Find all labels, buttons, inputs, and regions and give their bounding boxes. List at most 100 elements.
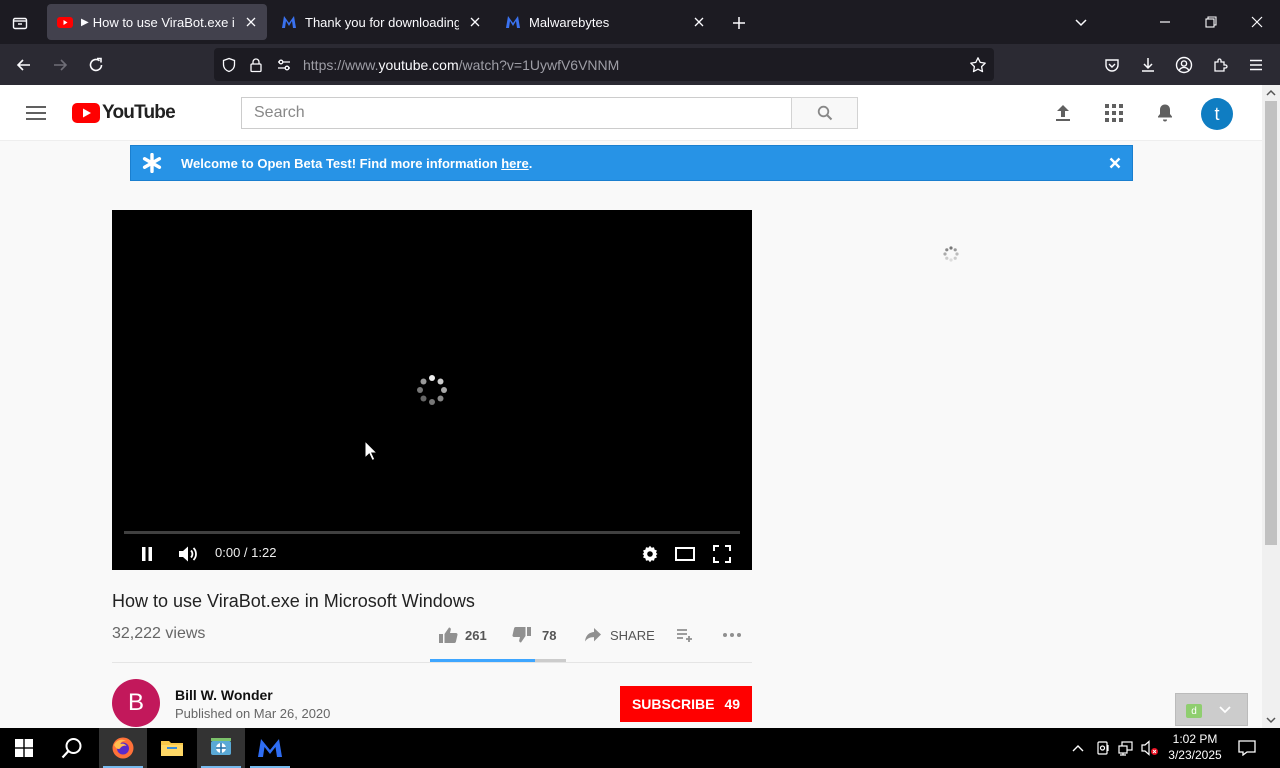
more-actions-button[interactable] <box>720 623 744 647</box>
logo-text: YouTube <box>102 102 176 123</box>
guide-menu-button[interactable] <box>24 101 48 125</box>
tracking-protection-button[interactable] <box>220 56 238 74</box>
star-icon <box>970 57 986 73</box>
dislike-button[interactable]: 78 <box>510 623 556 647</box>
action-center-button[interactable] <box>1237 738 1257 758</box>
scroll-up-button[interactable] <box>1262 85 1280 101</box>
downloads-button[interactable] <box>1136 53 1160 77</box>
tray-device-icon[interactable] <box>1093 738 1113 758</box>
taskbar-clock[interactable]: 1:02 PM 3/23/2025 <box>1166 731 1224 763</box>
scroll-thumb[interactable] <box>1265 101 1277 545</box>
permissions-button[interactable] <box>275 56 293 74</box>
scroll-down-button[interactable] <box>1262 712 1280 728</box>
like-count: 261 <box>465 627 487 643</box>
like-button[interactable]: 261 <box>436 623 487 647</box>
share-button[interactable]: SHARE <box>581 623 655 647</box>
upload-button[interactable] <box>1051 101 1075 125</box>
channel-avatar[interactable]: B <box>112 679 160 727</box>
new-tab-button[interactable] <box>728 12 750 34</box>
apps-button[interactable] <box>1102 101 1126 125</box>
tab-malwarebytes[interactable]: Malwarebytes <box>495 4 715 40</box>
tab-thank-you[interactable]: Thank you for downloading Ma <box>271 4 491 40</box>
show-hidden-icons-button[interactable] <box>1068 738 1088 758</box>
taskbar-file-explorer[interactable] <box>148 728 196 768</box>
taskbar-malwarebytes[interactable] <box>246 728 294 768</box>
restore-icon <box>1205 16 1217 28</box>
share-arrow-icon <box>581 623 605 647</box>
progress-bar[interactable] <box>124 531 740 534</box>
search-input[interactable] <box>241 97 792 129</box>
taskbar-network-app[interactable] <box>197 728 245 768</box>
playing-indicator: ▶ <box>81 16 89 28</box>
user-avatar[interactable]: t <box>1201 98 1233 130</box>
sliders-icon <box>278 59 290 71</box>
close-icon <box>246 17 256 27</box>
subscriber-count: 49 <box>724 696 741 712</box>
restore-button[interactable] <box>1199 10 1223 34</box>
close-icon <box>694 17 704 27</box>
youtube-logo[interactable]: YouTube <box>72 102 176 124</box>
minimize-button[interactable] <box>1153 10 1177 34</box>
download-icon <box>1142 58 1154 72</box>
list-all-tabs-button[interactable] <box>1069 10 1093 34</box>
video-player[interactable]: 0:00 / 1:22 <box>112 210 752 570</box>
dislike-count: 78 <box>542 627 557 643</box>
more-horizontal-icon <box>720 623 744 647</box>
bookmark-button[interactable] <box>969 56 987 74</box>
browser-tab-bar: ▶ How to use ViraBot.exe in M Thank you … <box>0 0 1280 44</box>
reload-button[interactable] <box>84 53 108 77</box>
tab-close-button[interactable] <box>243 14 259 30</box>
start-button[interactable] <box>0 728 48 768</box>
tab-youtube[interactable]: ▶ How to use ViraBot.exe in M <box>47 4 267 40</box>
forward-button[interactable] <box>48 53 72 77</box>
arrow-right-icon <box>54 59 68 71</box>
tray-volume-icon[interactable] <box>1140 738 1160 758</box>
settings-button[interactable] <box>638 542 662 566</box>
pause-button[interactable] <box>135 542 159 566</box>
reload-icon <box>89 57 103 72</box>
fullscreen-button[interactable] <box>710 542 734 566</box>
page-scrollbar[interactable] <box>1262 85 1280 728</box>
view-count: 32,222 views <box>112 625 206 642</box>
pocket-button[interactable] <box>1100 53 1124 77</box>
beta-banner: Welcome to Open Beta Test! Find more inf… <box>130 145 1133 181</box>
youtube-logo-icon <box>72 103 100 123</box>
tab-close-button[interactable] <box>691 14 707 30</box>
apps-grid-icon <box>1105 104 1123 122</box>
youtube-masthead: YouTube t <box>0 85 1262 141</box>
chevron-down-icon <box>1266 717 1276 724</box>
upload-icon <box>1056 105 1070 121</box>
device-icon <box>1097 741 1109 755</box>
close-window-button[interactable] <box>1245 10 1269 34</box>
firefox-view-button[interactable] <box>6 9 34 37</box>
back-button[interactable] <box>12 53 36 77</box>
account-button[interactable] <box>1172 53 1196 77</box>
channel-name[interactable]: Bill W. Wonder <box>175 687 273 703</box>
taskbar-firefox[interactable] <box>99 728 147 768</box>
search-button[interactable] <box>791 97 858 129</box>
theater-mode-button[interactable] <box>673 542 697 566</box>
chevron-up-icon <box>1266 89 1276 96</box>
lock-icon <box>250 58 262 73</box>
address-bar[interactable]: https://www.youtube.com/watch?v=1UywfV6V… <box>214 48 994 81</box>
chevron-down-icon[interactable] <box>1218 703 1232 717</box>
extensions-button[interactable] <box>1208 53 1232 77</box>
floating-widget[interactable]: d <box>1175 693 1248 726</box>
site-security-button[interactable] <box>247 56 265 74</box>
tab-close-button[interactable] <box>467 14 483 30</box>
banner-close-button[interactable] <box>1108 156 1122 170</box>
banner-here-link[interactable]: here <box>501 156 528 171</box>
firefox-view-icon <box>12 17 28 30</box>
app-menu-button[interactable] <box>1244 53 1268 77</box>
mute-button[interactable] <box>176 542 200 566</box>
url-scheme: https://www. <box>303 57 379 73</box>
tray-network-icon[interactable] <box>1116 738 1136 758</box>
taskbar-search-button[interactable] <box>48 728 96 768</box>
add-to-playlist-button[interactable] <box>673 623 697 647</box>
malwarebytes-favicon-icon <box>282 16 296 28</box>
gear-icon <box>642 545 658 563</box>
subscribe-button[interactable]: SUBSCRIBE 49 <box>620 686 752 722</box>
subscribe-label: SUBSCRIBE <box>631 696 715 712</box>
notifications-button[interactable] <box>1153 101 1177 125</box>
banner-message: Welcome to Open Beta Test! Find more inf… <box>181 155 502 171</box>
